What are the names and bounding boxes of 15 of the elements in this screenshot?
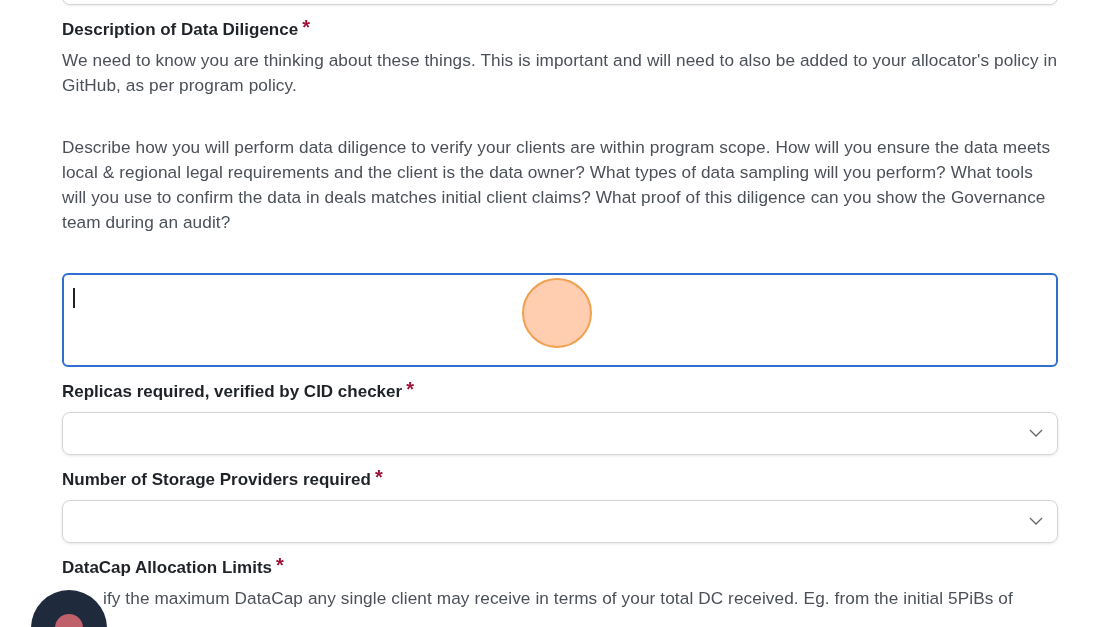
chevron-down-icon <box>1029 517 1043 526</box>
field-label: Description of Data Diligence <box>62 19 299 41</box>
text-area[interactable] <box>62 272 1058 367</box>
text-cursor <box>73 287 75 308</box>
field-label: Number of Storage Providers required <box>62 468 371 491</box>
field-label: Replicas required, verified by CID checker <box>62 380 403 403</box>
required-mark: * <box>302 19 310 35</box>
help-text: Describe how you will perform data diligence to verify your clients are within program scope. How will you ensure the data meets local & regional legal requirements and the client is the data owner? What types of data sampling will you perform? What tools will you use to confirm the data in deals matches initial client claims? What proof of this diligence can you show the Governance team during an audit? <box>62 135 1052 235</box>
required-mark: * <box>374 468 383 485</box>
chevron-down-icon <box>1029 429 1043 438</box>
field-label: DataCap Allocation Limits <box>62 556 272 579</box>
required-mark: * <box>406 380 414 397</box>
required-mark: * <box>276 556 284 573</box>
help-text: ify the maximum DataCap any single client may receive in terms of your total DC received. Eg. from the initial 5PiBs of <box>103 586 1014 610</box>
help-text: We need to know you are thinking about these things. This is important and will need to also be added to your allocator's policy in GitHub, as per program policy. <box>62 49 1058 98</box>
